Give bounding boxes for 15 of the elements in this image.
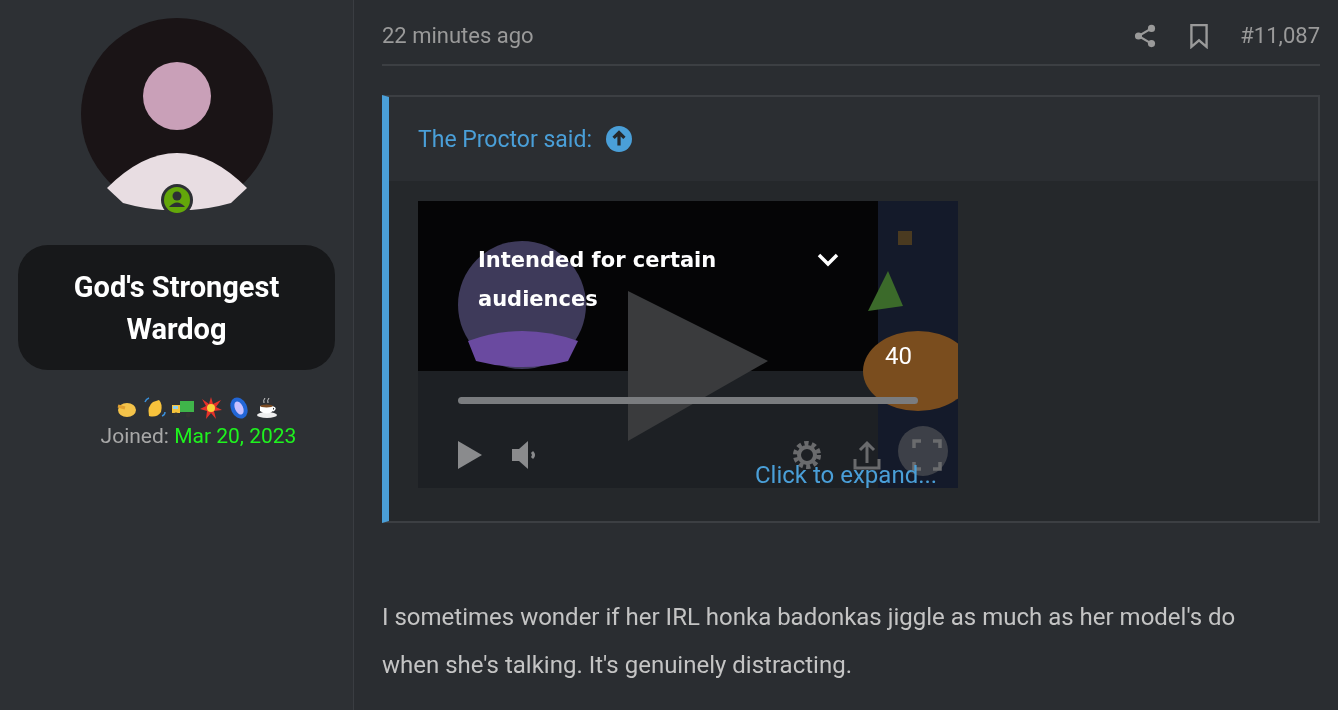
post-number[interactable]: #11,087 xyxy=(1240,23,1320,48)
chevron-down-icon[interactable] xyxy=(816,251,840,269)
user-avatar[interactable] xyxy=(80,18,273,210)
quote-author[interactable]: The Proctor said: xyxy=(418,125,592,153)
coffee-cup-icon xyxy=(254,396,279,420)
joined-date: Mar 20, 2023 xyxy=(174,424,297,448)
username-badge[interactable]: God's Strongest Wardog xyxy=(18,245,335,370)
post-time[interactable]: 22 minutes ago xyxy=(382,23,1133,48)
post-text: I sometimes wonder if her IRL honka badonkas jiggle as much as her model's do when she's talking. It's genuinely distracting. xyxy=(382,602,1237,681)
arrow-up-icon[interactable] xyxy=(605,126,632,152)
viewer-count: 40 xyxy=(885,342,912,370)
joined-label: Joined: xyxy=(100,424,169,448)
collision-icon xyxy=(198,396,223,420)
expand-link[interactable]: Click to expand... xyxy=(755,461,938,489)
content-warning: Intended for certain audiences xyxy=(478,247,718,313)
